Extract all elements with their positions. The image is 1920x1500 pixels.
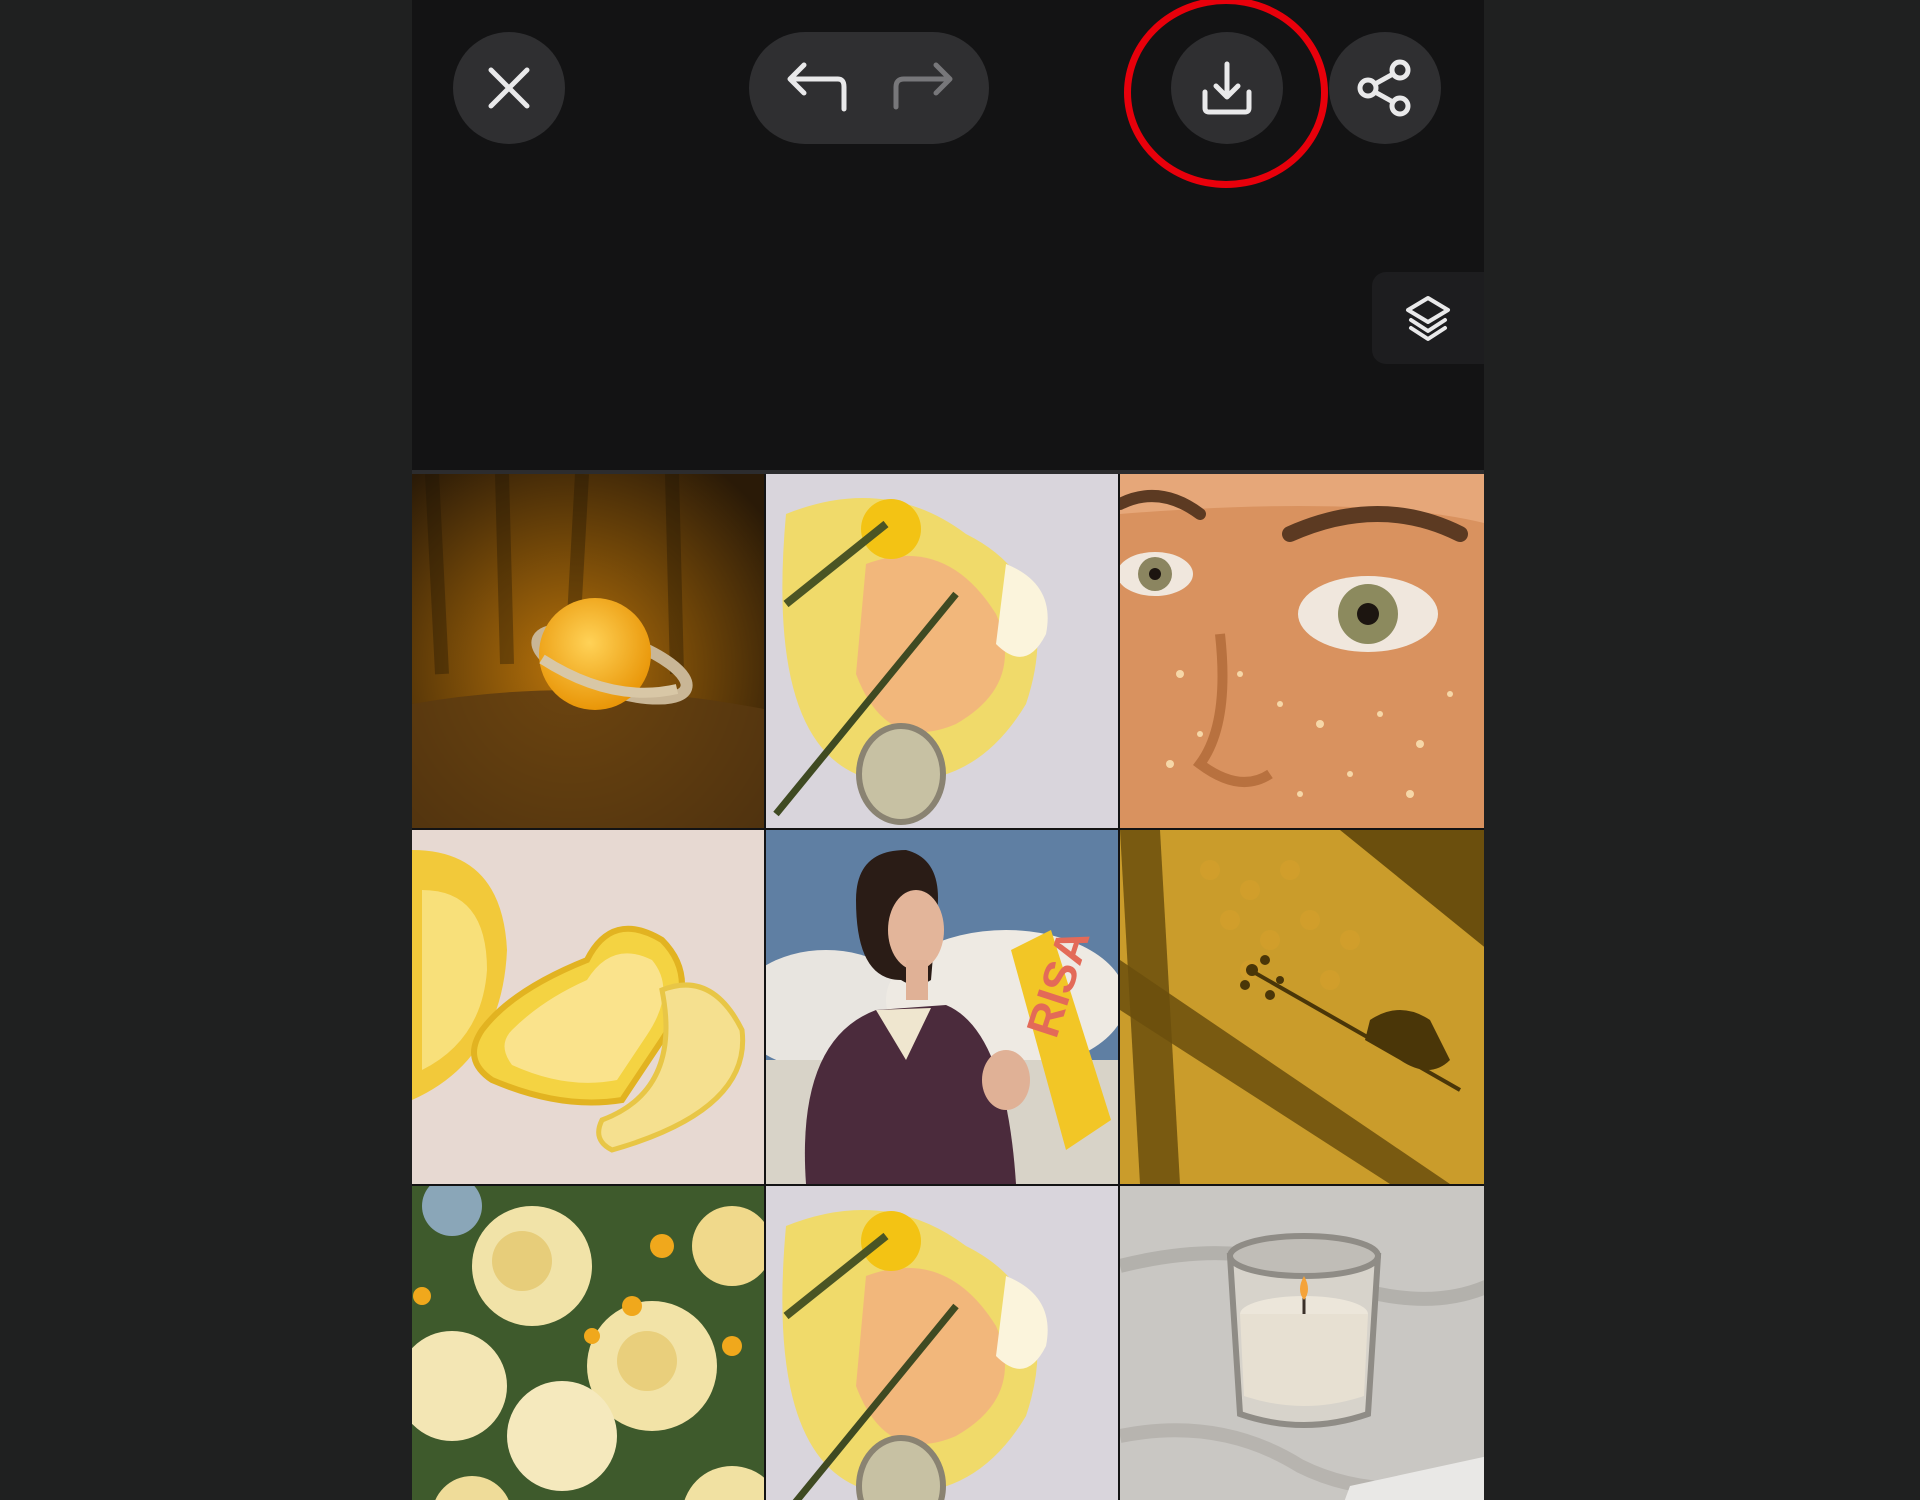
collage-photo-paint-palette[interactable] — [766, 474, 1118, 828]
collage-photo-heart-lemons[interactable] — [412, 830, 764, 1184]
candle-jar-image — [1120, 1186, 1484, 1500]
top-toolbar — [412, 0, 1484, 200]
planet-lamp-image — [412, 474, 764, 828]
collage-grid: RISA — [412, 474, 1484, 1500]
freckled-face-image — [1120, 474, 1484, 828]
paint-palette-image — [766, 1186, 1118, 1500]
share-icon — [1357, 59, 1411, 117]
editor-screen: RISA — [412, 0, 1484, 1500]
collage-photo-hand-shadow-flower[interactable] — [1120, 830, 1484, 1184]
layers-button[interactable] — [1372, 272, 1484, 364]
close-button[interactable] — [453, 32, 565, 144]
heart-lemons-image — [412, 830, 764, 1184]
redo-icon — [893, 62, 953, 110]
collage-photo-yellow-roses[interactable] — [412, 1186, 764, 1500]
collage-photo-paint-palette-2[interactable] — [766, 1186, 1118, 1500]
collage-photo-candle-jar[interactable] — [1120, 1186, 1484, 1500]
collage-photo-planet-lamp[interactable] — [412, 474, 764, 828]
close-icon — [488, 67, 530, 109]
redo-button[interactable] — [863, 32, 983, 144]
share-button[interactable] — [1329, 32, 1441, 144]
undo-button[interactable] — [757, 32, 877, 144]
collage-photo-woman-with-bottle[interactable]: RISA — [766, 830, 1118, 1184]
download-icon — [1202, 61, 1252, 115]
undo-icon — [787, 62, 847, 112]
woman-with-bottle-image: RISA — [766, 830, 1118, 1184]
paint-palette-image — [766, 474, 1118, 828]
yellow-roses-image — [412, 1186, 764, 1500]
download-button[interactable] — [1171, 32, 1283, 144]
collage-photo-freckled-face[interactable] — [1120, 474, 1484, 828]
undo-redo-group — [749, 32, 989, 144]
hand-shadow-flower-image — [1120, 830, 1484, 1184]
layers-icon — [1406, 296, 1450, 341]
